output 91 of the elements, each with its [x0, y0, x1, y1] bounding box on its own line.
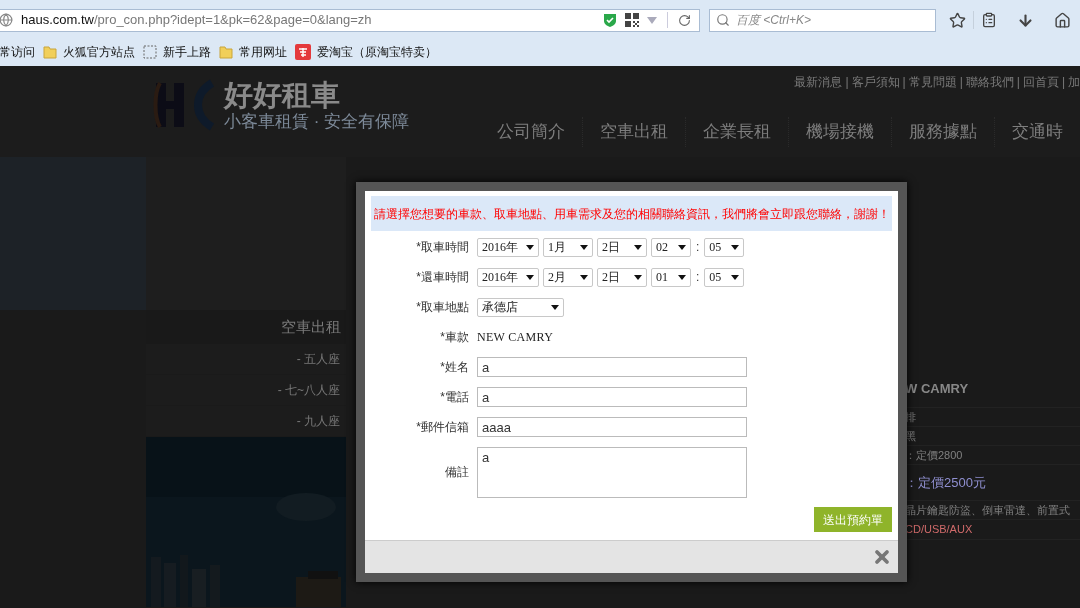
note-field[interactable]: a — [477, 446, 747, 498]
link-separator: | — [959, 74, 963, 91]
download-icon[interactable] — [1017, 11, 1034, 29]
dropdown-value: 2月 — [548, 269, 566, 286]
bookmark-star-icon[interactable] — [949, 11, 966, 29]
top-link[interactable]: 聯絡我們 — [965, 73, 1014, 91]
dropdown[interactable]: 2日 — [597, 237, 647, 257]
dropdown-value: 1月 — [548, 239, 566, 256]
caret-icon — [678, 274, 686, 280]
dropdown-value: 2016年 — [482, 239, 518, 256]
input-field[interactable]: a — [477, 357, 747, 377]
dropdown[interactable]: 2016年 — [477, 267, 539, 287]
bookmark-item[interactable]: 新手上路 — [143, 43, 211, 61]
field-label: 備註 — [444, 464, 470, 481]
notice-banner: 請選擇您想要的車款、取車地點、用車需求及您的相關聯絡資訊，我們將會立即跟您聯絡，謝謝！ — [371, 196, 892, 231]
dropdown[interactable]: 2日 — [597, 267, 647, 287]
dropdown-value: 2016年 — [482, 269, 518, 286]
dropdown-value: 02 — [656, 239, 668, 256]
top-link[interactable]: 客戶須知 — [851, 73, 900, 91]
nav-link[interactable]: 公司簡介 — [480, 117, 582, 147]
nav-link[interactable]: 服務據點 — [891, 117, 994, 147]
dropdown[interactable]: 05 — [704, 237, 745, 257]
caret-icon — [551, 304, 559, 310]
globe-icon — [0, 13, 13, 27]
reload-icon[interactable] — [678, 13, 691, 27]
top-link[interactable]: 最新消息 — [794, 73, 843, 91]
dropdown[interactable]: 承德店 — [477, 297, 564, 317]
bookmark-item[interactable]: 火狐官方站点 — [43, 43, 135, 61]
dropdown-value: 01 — [656, 269, 668, 286]
dropdown[interactable]: 1月 — [543, 237, 593, 257]
search-field[interactable]: 百度 <Ctrl+K> — [709, 8, 936, 32]
dropdown[interactable]: 02 — [651, 237, 691, 257]
caret-icon — [526, 244, 534, 250]
blank-page-icon — [143, 45, 157, 59]
logo-title: 好好租車 — [224, 79, 341, 111]
bookmark-item[interactable]: 常用网址 — [219, 43, 287, 61]
caret-icon — [580, 244, 588, 250]
top-link[interactable]: 常見問題 — [908, 73, 957, 91]
car-model: NEW CAMRY — [477, 329, 554, 346]
dropdown-value: 2日 — [602, 239, 620, 256]
caret-icon — [731, 244, 740, 250]
input-field[interactable]: a — [477, 387, 747, 407]
url-text: haus.com.tw/pro_con.php?idept=1&pk=62&page=0&lang=zh — [21, 11, 372, 30]
field-label: *取車時間 — [415, 239, 470, 256]
dropdown-value: 2日 — [602, 269, 620, 286]
time-separator: : — [695, 269, 701, 286]
field-label: *郵件信箱 — [415, 419, 470, 436]
field-label: *姓名 — [439, 359, 470, 376]
qr-code-icon[interactable] — [625, 13, 639, 27]
folder-icon — [43, 45, 57, 59]
bookmark-item[interactable]: 爱淘宝（原淘宝特卖） — [295, 43, 437, 61]
dropdown-value: 承德店 — [482, 299, 518, 316]
home-icon[interactable] — [1054, 11, 1071, 29]
shield-check-icon[interactable] — [603, 12, 617, 28]
dropdown[interactable]: 2月 — [543, 267, 593, 287]
caret-icon — [678, 244, 686, 250]
caret-icon — [580, 274, 588, 280]
dropdown-value: 05 — [709, 239, 722, 256]
caret-icon — [526, 274, 534, 280]
nav-link[interactable]: 機場接機 — [788, 117, 891, 147]
top-link[interactable]: 加 — [1068, 73, 1080, 91]
dropdown[interactable]: 01 — [651, 267, 691, 287]
time-separator: : — [695, 239, 701, 256]
nav-link[interactable]: 交通時 — [994, 117, 1080, 147]
shop-icon — [295, 44, 311, 60]
field-label: *電話 — [439, 389, 470, 406]
field-label: *車款 — [439, 329, 470, 346]
input-field[interactable]: aaaa — [477, 417, 747, 437]
logo-tagline: 小客車租賃 · 安全有保障 — [224, 111, 410, 133]
field-label: *取車地點 — [415, 299, 470, 316]
address-bar[interactable]: haus.com.tw/pro_con.php?idept=1&pk=62&page=0&lang=zh — [0, 8, 700, 32]
dropdown[interactable]: 2016年 — [477, 237, 539, 257]
field-label: *還車時間 — [415, 269, 470, 286]
link-separator: | — [1016, 74, 1020, 91]
search-icon — [716, 13, 730, 27]
search-placeholder: 百度 <Ctrl+K> — [736, 12, 812, 29]
caret-icon — [634, 244, 642, 250]
bookmark-item[interactable]: 常访问 — [0, 43, 35, 61]
caret-icon — [731, 274, 740, 280]
folder-icon — [219, 45, 233, 59]
link-separator: | — [1061, 74, 1065, 91]
caret-icon — [634, 274, 642, 280]
link-separator: | — [845, 74, 849, 91]
dropdown-value: 05 — [709, 269, 722, 286]
clipboard-icon[interactable] — [981, 12, 997, 28]
dropdown[interactable]: 05 — [704, 267, 745, 287]
nav-link[interactable]: 企業長租 — [685, 117, 788, 147]
nav-link[interactable]: 空車出租 — [582, 117, 685, 147]
close-button[interactable] — [872, 547, 892, 567]
link-separator: | — [902, 74, 906, 91]
top-link[interactable]: 回首頁 — [1022, 73, 1059, 91]
